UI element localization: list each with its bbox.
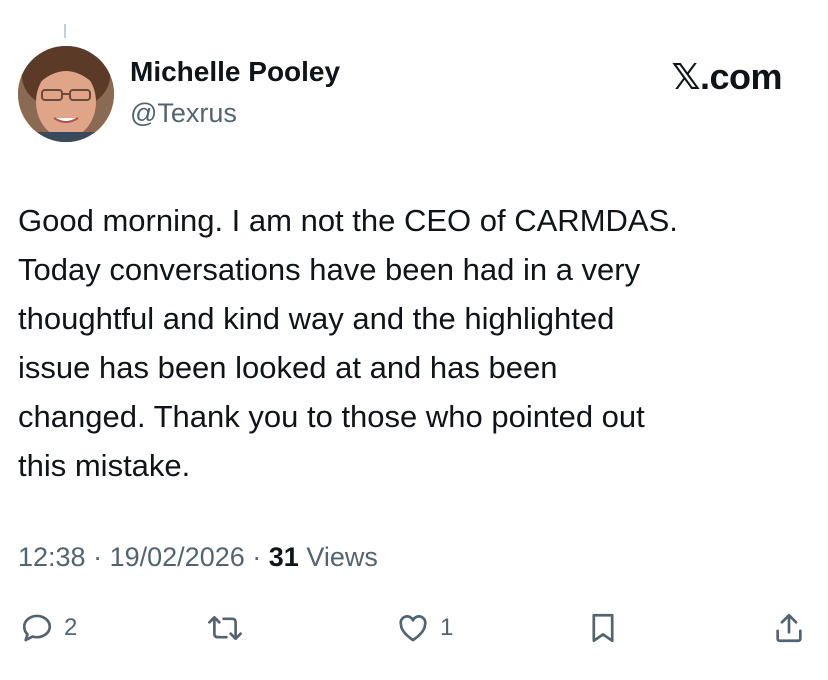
tweet-line: issue has been looked at and has been	[18, 350, 558, 385]
tweet-date[interactable]: 19/02/2026	[110, 542, 245, 572]
share-icon	[776, 613, 802, 643]
tweet-meta: 12:38 · 19/02/2026 · 31 Views	[18, 542, 378, 573]
reply-icon	[22, 614, 52, 642]
like-count: 1	[440, 614, 454, 641]
x-brand-logo: 𝕏.com	[671, 56, 782, 98]
avatar[interactable]	[18, 46, 114, 142]
tweet-line: thoughtful and kind way and the highligh…	[18, 301, 615, 336]
reply-count: 2	[64, 614, 78, 641]
tweet-line: Good morning. I am not the CEO of CARMDA…	[18, 203, 678, 238]
x-logo-icon: 𝕏	[671, 57, 700, 98]
tweet-text: Good morning. I am not the CEO of CARMDA…	[18, 196, 808, 490]
tweet-line: changed. Thank you to those who pointed …	[18, 399, 645, 434]
brand-domain: .com	[699, 56, 783, 97]
thread-connector	[64, 24, 66, 38]
bookmark-icon	[592, 613, 614, 643]
retweet-button[interactable]	[206, 610, 244, 646]
meta-separator: ·	[93, 542, 103, 572]
tweet-line: this mistake.	[18, 448, 191, 483]
author-handle[interactable]: @Texrus	[130, 98, 237, 129]
share-button[interactable]	[772, 610, 806, 646]
reply-button[interactable]: 2	[20, 610, 77, 646]
avatar-photo	[18, 46, 114, 142]
meta-separator: ·	[252, 542, 262, 572]
bookmark-button[interactable]	[588, 610, 618, 646]
retweet-icon	[208, 616, 242, 640]
views-label: Views	[306, 542, 378, 572]
tweet-time[interactable]: 12:38	[18, 542, 86, 572]
author-name[interactable]: Michelle Pooley	[130, 56, 340, 88]
tweet-line: Today conversations have been had in a v…	[18, 252, 641, 287]
like-button[interactable]: 1	[396, 610, 453, 646]
like-icon	[399, 615, 427, 642]
views-count: 31	[268, 542, 299, 572]
